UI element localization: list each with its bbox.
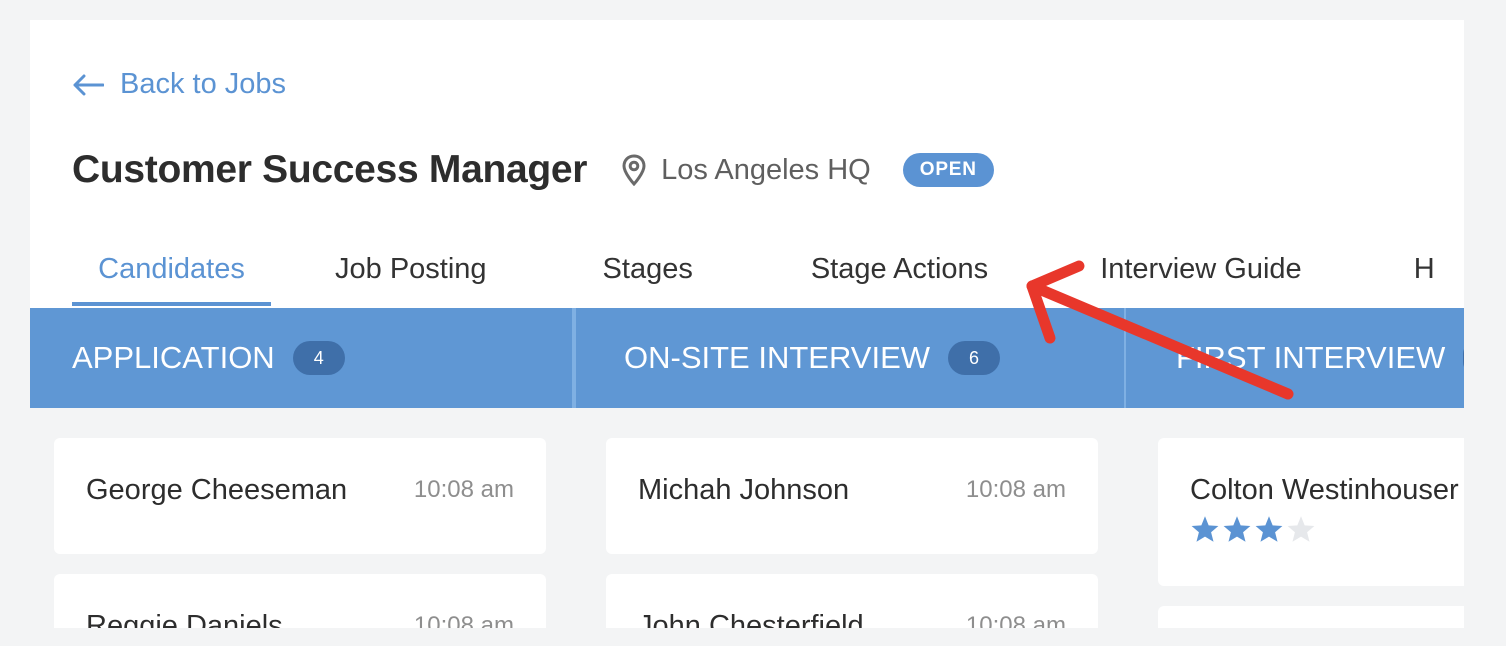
job-header: Customer Success Manager Los Angeles HQ … xyxy=(72,142,994,198)
candidate-card[interactable]: Michah Johnson 10:08 am xyxy=(606,438,1098,554)
candidate-card[interactable]: Colton Westinhouser xyxy=(1158,438,1464,586)
candidate-time: 10:08 am xyxy=(413,476,514,503)
arrow-left-icon xyxy=(73,74,104,95)
stage-count-badge: 4 xyxy=(292,341,345,375)
stage-title: ON-SITE INTERVIEW xyxy=(624,340,931,375)
stage-header[interactable]: FIRST INTERVIEW xyxy=(1126,308,1464,408)
candidate-card[interactable]: Reggie Daniels 10:08 am xyxy=(54,574,546,628)
job-location: Los Angeles HQ xyxy=(621,154,871,187)
candidate-rating xyxy=(1190,515,1464,543)
stage-header[interactable]: APPLICATION 4 xyxy=(30,308,574,408)
stage-title: FIRST INTERVIEW xyxy=(1176,340,1446,375)
back-to-jobs-label: Back to Jobs xyxy=(120,68,287,100)
stage-title: APPLICATION xyxy=(72,340,275,375)
status-badge: OPEN xyxy=(902,153,994,187)
tab-job-posting[interactable]: Job Posting xyxy=(271,240,511,306)
candidate-name: Reggie Daniels xyxy=(86,609,283,629)
candidate-card[interactable]: George Cheeseman 10:08 am xyxy=(54,438,546,554)
tab-candidates[interactable]: Candidates xyxy=(72,240,271,306)
star-filled-icon xyxy=(1223,516,1251,542)
job-page: Back to Jobs Customer Success Manager Lo… xyxy=(30,20,1464,628)
star-filled-icon xyxy=(1191,516,1219,542)
stage-count-badge xyxy=(1463,341,1464,375)
candidate-name: John Chesterfield xyxy=(638,609,864,629)
stage-header[interactable]: ON-SITE INTERVIEW 6 xyxy=(574,308,1126,408)
tab-stage-actions[interactable]: Stage Actions xyxy=(693,240,988,306)
candidate-name: George Cheeseman xyxy=(86,473,348,506)
tab-stages[interactable]: Stages xyxy=(511,240,693,306)
candidate-card[interactable]: John Chesterfield 10:08 am xyxy=(606,574,1098,628)
candidate-card[interactable] xyxy=(1158,606,1464,628)
back-to-jobs-link[interactable]: Back to Jobs xyxy=(72,68,286,101)
map-pin-icon xyxy=(622,154,646,186)
candidate-time: 10:08 am xyxy=(965,612,1066,628)
candidate-time: 10:08 am xyxy=(413,612,514,628)
tab-h[interactable]: H xyxy=(1302,240,1435,306)
pipeline-board: APPLICATION 4 George Cheeseman 10:08 am … xyxy=(30,308,1464,628)
page-title: Customer Success Manager xyxy=(72,148,588,191)
stage-column-application: APPLICATION 4 George Cheeseman 10:08 am … xyxy=(30,308,574,628)
job-tabs: Candidates Job Posting Stages Stage Acti… xyxy=(72,240,1435,308)
stage-column-on-site-interview: ON-SITE INTERVIEW 6 Michah Johnson 10:08… xyxy=(574,308,1126,628)
star-filled-icon xyxy=(1255,516,1283,542)
tab-interview-guide[interactable]: Interview Guide xyxy=(988,240,1302,306)
stage-count-badge: 6 xyxy=(948,341,1001,375)
star-empty-icon xyxy=(1287,516,1315,542)
stage-column-first-interview: FIRST INTERVIEW Colton Westinhouser xyxy=(1126,308,1464,628)
candidate-time: 10:08 am xyxy=(965,476,1066,503)
candidate-name: Colton Westinhouser xyxy=(1190,474,1459,506)
candidate-name: Michah Johnson xyxy=(638,473,850,506)
job-location-label: Los Angeles HQ xyxy=(661,153,871,186)
